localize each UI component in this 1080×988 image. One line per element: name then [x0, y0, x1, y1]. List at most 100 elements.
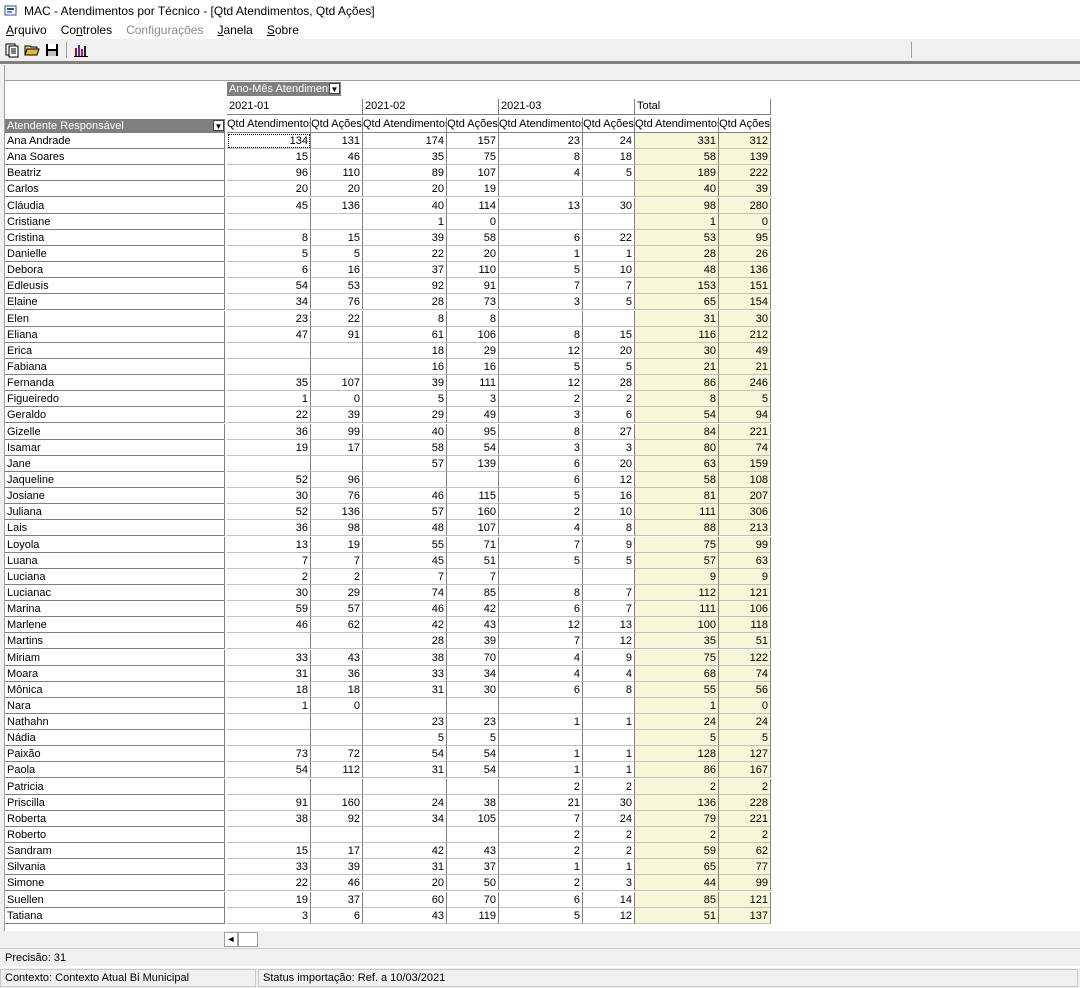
total-cell[interactable]: 21 — [635, 358, 719, 375]
value-cell[interactable]: 22 — [583, 229, 635, 246]
value-cell[interactable]: 24 — [583, 810, 635, 827]
scroll-left-icon[interactable]: ◄ — [224, 932, 238, 947]
value-cell[interactable]: 49 — [447, 407, 499, 424]
total-cell[interactable]: 0 — [719, 213, 771, 230]
value-cell[interactable]: 2 — [583, 843, 635, 860]
row-header[interactable]: Luciana — [5, 568, 225, 585]
value-cell[interactable]: 6 — [227, 262, 311, 279]
total-cell[interactable]: 21 — [719, 358, 771, 375]
total-cell[interactable]: 306 — [719, 504, 771, 521]
value-cell[interactable]: 37 — [363, 262, 447, 279]
value-cell[interactable]: 10 — [583, 262, 635, 279]
value-cell[interactable]: 30 — [583, 197, 635, 214]
total-cell[interactable]: 151 — [719, 278, 771, 295]
value-cell[interactable]: 39 — [311, 859, 363, 876]
total-cell[interactable]: 40 — [635, 181, 719, 198]
value-cell[interactable]: 31 — [363, 681, 447, 698]
value-cell[interactable]: 134 — [227, 133, 311, 149]
row-header[interactable]: Miriam — [5, 649, 225, 666]
total-cell[interactable]: 222 — [719, 165, 771, 182]
total-cell[interactable]: 99 — [719, 875, 771, 892]
value-cell[interactable]: 57 — [363, 455, 447, 472]
total-cell[interactable]: 2 — [719, 778, 771, 795]
row-header[interactable]: Paola — [5, 762, 225, 779]
value-cell[interactable]: 107 — [447, 520, 499, 537]
total-cell[interactable]: 5 — [719, 391, 771, 408]
value-cell[interactable]: 43 — [447, 617, 499, 634]
total-cell[interactable]: 136 — [719, 262, 771, 279]
total-cell[interactable]: 63 — [719, 552, 771, 569]
value-cell[interactable]: 45 — [363, 552, 447, 569]
row-header[interactable]: Danielle — [5, 245, 225, 262]
value-cell[interactable]: 13 — [227, 536, 311, 553]
value-cell[interactable]: 6 — [499, 471, 583, 488]
value-cell[interactable]: 23 — [363, 714, 447, 731]
value-cell[interactable]: 2 — [583, 827, 635, 844]
total-cell[interactable]: 80 — [635, 439, 719, 456]
value-cell[interactable]: 46 — [227, 617, 311, 634]
value-cell[interactable]: 14 — [583, 891, 635, 908]
value-cell[interactable]: 5 — [583, 358, 635, 375]
value-cell[interactable]: 136 — [311, 197, 363, 214]
value-cell[interactable]: 54 — [227, 278, 311, 295]
chevron-down-icon[interactable]: ▼ — [329, 83, 340, 94]
total-cell[interactable]: 62 — [719, 843, 771, 860]
row-header[interactable]: Carlos — [5, 181, 225, 198]
value-cell[interactable]: 92 — [311, 810, 363, 827]
value-cell[interactable]: 33 — [363, 665, 447, 682]
value-cell[interactable] — [311, 455, 363, 472]
value-cell[interactable]: 16 — [363, 358, 447, 375]
value-cell[interactable]: 29 — [447, 342, 499, 359]
value-cell[interactable]: 8 — [363, 310, 447, 327]
value-cell[interactable]: 34 — [363, 810, 447, 827]
value-cell[interactable]: 30 — [447, 681, 499, 698]
row-header[interactable]: Nathahn — [5, 714, 225, 731]
value-cell[interactable]: 7 — [311, 552, 363, 569]
value-cell[interactable]: 85 — [447, 584, 499, 601]
value-cell[interactable] — [583, 568, 635, 585]
total-cell[interactable]: 108 — [719, 471, 771, 488]
value-cell[interactable]: 8 — [499, 584, 583, 601]
value-cell[interactable]: 19 — [227, 439, 311, 456]
value-cell[interactable]: 8 — [447, 310, 499, 327]
row-header[interactable]: Martins — [5, 633, 225, 650]
total-cell[interactable]: 65 — [635, 859, 719, 876]
value-cell[interactable]: 89 — [363, 165, 447, 182]
total-cell[interactable]: 35 — [635, 633, 719, 650]
total-cell[interactable]: 2 — [719, 827, 771, 844]
value-cell[interactable]: 60 — [363, 891, 447, 908]
value-cell[interactable]: 3 — [499, 439, 583, 456]
value-cell[interactable]: 9 — [583, 536, 635, 553]
value-cell[interactable]: 38 — [227, 810, 311, 827]
total-cell[interactable]: 100 — [635, 617, 719, 634]
value-cell[interactable]: 54 — [447, 762, 499, 779]
value-cell[interactable]: 8 — [499, 149, 583, 166]
value-cell[interactable]: 5 — [499, 552, 583, 569]
value-cell[interactable] — [311, 213, 363, 230]
total-cell[interactable]: 84 — [635, 423, 719, 440]
row-header[interactable]: Eliana — [5, 326, 225, 343]
total-cell[interactable]: 189 — [635, 165, 719, 182]
value-cell[interactable]: 2 — [499, 391, 583, 408]
menu-item[interactable]: Configurações — [126, 23, 203, 37]
value-cell[interactable] — [227, 778, 311, 795]
total-cell[interactable]: 116 — [635, 326, 719, 343]
value-cell[interactable]: 35 — [227, 375, 311, 392]
value-cell[interactable]: 1 — [227, 697, 311, 714]
value-cell[interactable]: 0 — [311, 391, 363, 408]
value-cell[interactable]: 2 — [227, 568, 311, 585]
value-cell[interactable] — [583, 730, 635, 747]
value-cell[interactable]: 24 — [363, 794, 447, 811]
row-header[interactable]: Priscilla — [5, 794, 225, 811]
value-cell[interactable]: 20 — [227, 181, 311, 198]
total-cell[interactable]: 58 — [635, 471, 719, 488]
value-cell[interactable]: 20 — [363, 181, 447, 198]
value-cell[interactable]: 36 — [227, 520, 311, 537]
value-cell[interactable]: 22 — [311, 310, 363, 327]
value-cell[interactable]: 27 — [583, 423, 635, 440]
value-cell[interactable]: 2 — [499, 778, 583, 795]
value-cell[interactable]: 45 — [227, 197, 311, 214]
value-cell[interactable]: 18 — [311, 681, 363, 698]
total-cell[interactable]: 68 — [635, 665, 719, 682]
row-header[interactable]: Suellen — [5, 891, 225, 908]
